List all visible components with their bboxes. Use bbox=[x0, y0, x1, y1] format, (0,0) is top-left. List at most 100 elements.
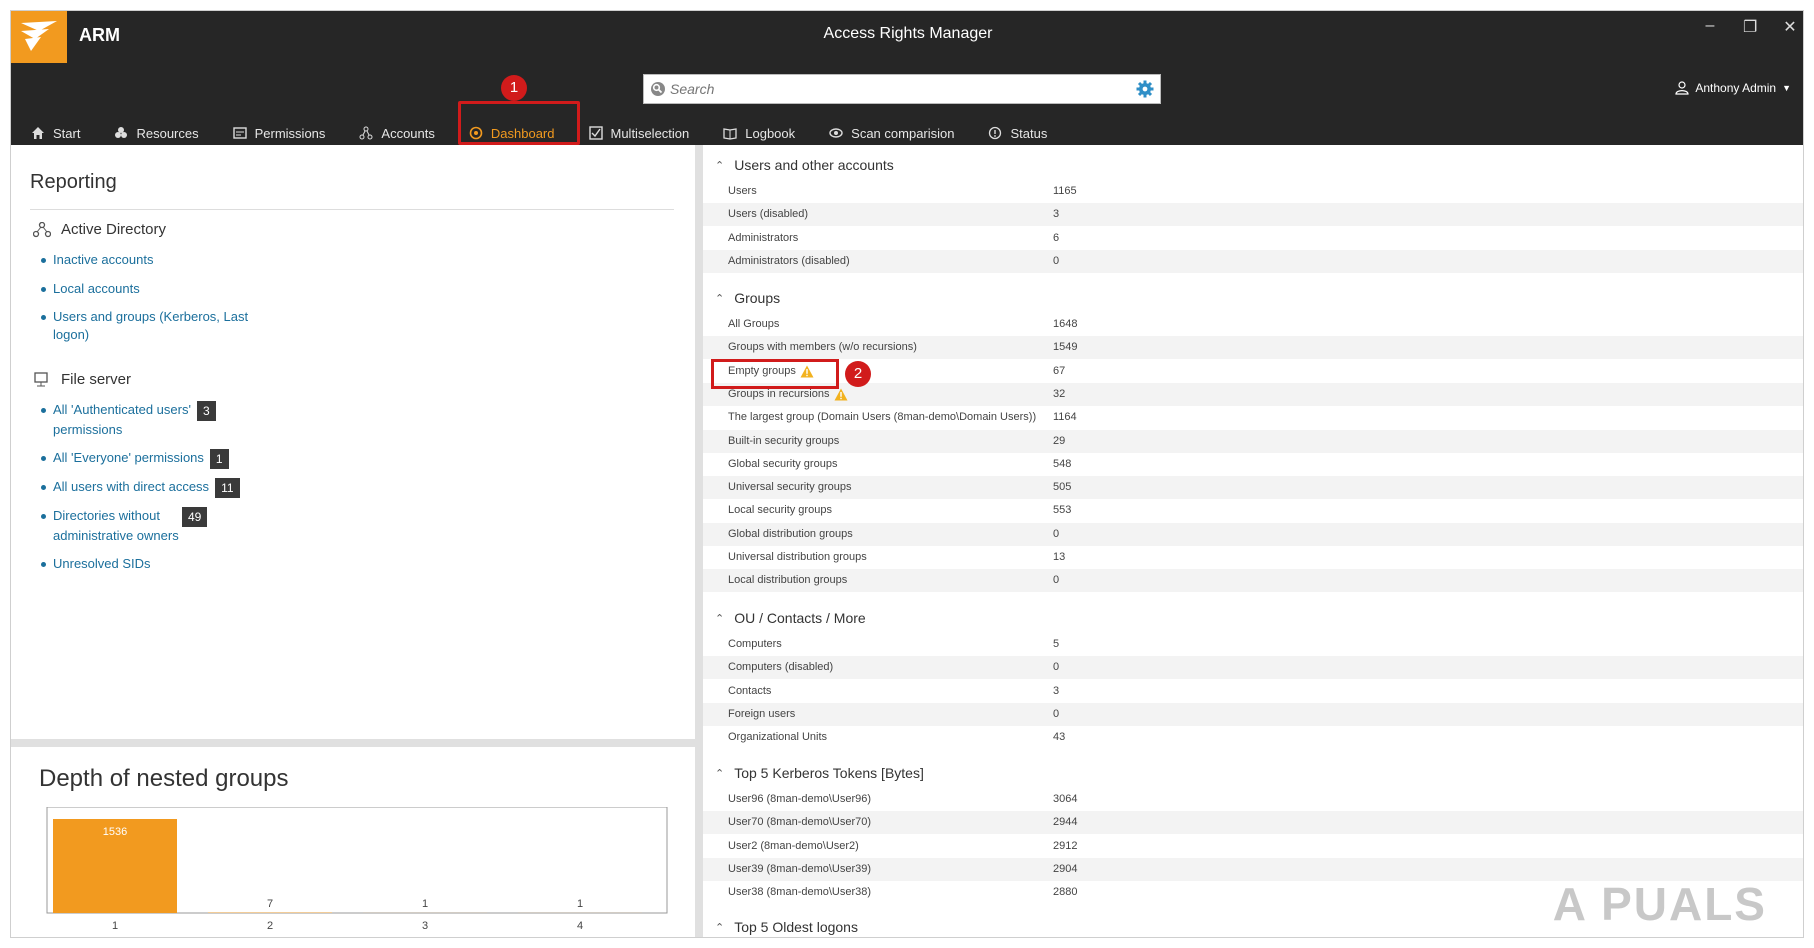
row-label: All Groups bbox=[728, 318, 779, 330]
row-label-text: Built-in security groups bbox=[728, 434, 840, 447]
nav-label: Resources bbox=[136, 125, 199, 141]
row-value: 29 bbox=[1053, 434, 1066, 447]
row-value: 1648 bbox=[1053, 318, 1078, 330]
chevron-up-icon[interactable]: ⌃ bbox=[715, 921, 724, 934]
table-row[interactable]: Organizational Units 43 bbox=[703, 726, 1803, 749]
home-icon bbox=[32, 127, 44, 139]
nav-label: Accounts bbox=[381, 125, 435, 141]
section-title: Groups bbox=[734, 290, 781, 306]
table-row[interactable]: Groups in recursions 32 bbox=[703, 382, 1803, 406]
search-settings-gear-icon[interactable] bbox=[1136, 80, 1154, 98]
section-header-groups[interactable]: ⌃ Groups bbox=[715, 290, 780, 306]
vertical-splitter[interactable] bbox=[695, 145, 703, 937]
table-row[interactable]: Global security groups 548 bbox=[703, 453, 1803, 476]
table-row[interactable]: User2 (8man-demo\User2) 2912 bbox=[703, 835, 1803, 858]
table-row[interactable]: Local security groups 553 bbox=[703, 499, 1803, 522]
logbook-icon bbox=[723, 128, 737, 140]
link-inactive-accounts[interactable]: Inactive accounts bbox=[40, 251, 153, 269]
nav-permissions[interactable]: Permissions bbox=[232, 121, 325, 145]
bar-value-label: 1536 bbox=[103, 826, 127, 838]
nav-multiselection[interactable]: Multiselection bbox=[588, 121, 689, 145]
search-input[interactable] bbox=[670, 75, 1120, 103]
table-row[interactable]: Users (disabled) 3 bbox=[703, 203, 1803, 227]
reporting-title: Reporting bbox=[30, 171, 117, 193]
row-label-text: Organizational Units bbox=[728, 731, 828, 744]
table-row[interactable]: The largest group (Domain Users (8man-de… bbox=[703, 406, 1803, 429]
chevron-up-icon[interactable]: ⌃ bbox=[715, 612, 724, 625]
row-label: Local security groups bbox=[728, 504, 832, 516]
link-everyone-permissions[interactable]: All 'Everyone' permissions 1 bbox=[41, 449, 229, 469]
nav-accounts[interactable]: Accounts bbox=[359, 121, 435, 145]
chevron-up-icon[interactable]: ⌃ bbox=[715, 159, 724, 172]
nav-logbook[interactable]: Logbook bbox=[723, 121, 795, 145]
horizontal-splitter[interactable] bbox=[11, 739, 695, 747]
row-value: 5 bbox=[1053, 638, 1060, 650]
count-badge: 11 bbox=[215, 478, 240, 498]
row-label-text: User39 (8man-demo\User39) bbox=[728, 862, 872, 875]
table-row[interactable]: Groups with members (w/o recursions) 1549 bbox=[703, 336, 1803, 360]
nav-status[interactable]: Status bbox=[988, 121, 1047, 145]
table-row[interactable]: Computers (disabled) 0 bbox=[703, 656, 1803, 680]
search-box[interactable] bbox=[643, 74, 1161, 104]
nav-label: Status bbox=[1010, 125, 1048, 141]
nav-start[interactable]: Start bbox=[31, 121, 80, 145]
link-line: administrative owners bbox=[53, 528, 179, 543]
row-label-text: Computers bbox=[728, 638, 782, 650]
row-label: User2 (8man-demo\User2) bbox=[728, 840, 859, 852]
link-local-accounts[interactable]: Local accounts bbox=[41, 280, 140, 298]
link-authenticated-users[interactable]: All 'Authenticated users' 3 permissions bbox=[41, 401, 216, 439]
table-row[interactable]: Global distribution groups 0 bbox=[703, 522, 1803, 546]
chevron-up-icon[interactable]: ⌃ bbox=[715, 767, 724, 780]
link-line: permissions bbox=[53, 422, 123, 437]
restore-button[interactable]: ❐ bbox=[1743, 17, 1757, 37]
row-value: 3 bbox=[1053, 208, 1060, 221]
table-row[interactable]: User96 (8man-demo\User96) 3064 bbox=[703, 788, 1803, 811]
row-value: 43 bbox=[1053, 731, 1066, 744]
section-header-kerberos[interactable]: ⌃ Top 5 Kerberos Tokens [Bytes] bbox=[715, 765, 924, 781]
table-row[interactable]: User70 (8man-demo\User70) 2944 bbox=[703, 811, 1803, 835]
link-line: logon) bbox=[53, 327, 90, 342]
file-server-icon bbox=[34, 371, 48, 386]
table-row[interactable]: Universal security groups 505 bbox=[703, 476, 1803, 500]
user-name: Anthony Admin bbox=[1695, 81, 1777, 95]
close-button[interactable]: ✕ bbox=[1783, 17, 1797, 37]
table-row[interactable]: Administrators (disabled) 0 bbox=[703, 249, 1803, 273]
nav-resources[interactable]: Resources bbox=[114, 121, 199, 145]
chevron-up-icon[interactable]: ⌃ bbox=[715, 292, 724, 305]
section-header-ou[interactable]: ⌃ OU / Contacts / More bbox=[715, 610, 866, 626]
row-label: Groups with members (w/o recursions) bbox=[728, 341, 917, 353]
annotation-highlight-dashboard bbox=[458, 101, 580, 145]
row-label: Organizational Units bbox=[728, 731, 827, 743]
row-label: Computers (disabled) bbox=[728, 661, 833, 673]
minimize-button[interactable]: – bbox=[1703, 17, 1717, 37]
table-row[interactable]: Users 1165 bbox=[703, 180, 1803, 203]
link-line: All 'Authenticated users' bbox=[53, 402, 191, 417]
row-label-text: Administrators (disabled) bbox=[728, 254, 850, 267]
link-direct-access[interactable]: All users with direct access 11 bbox=[41, 478, 240, 498]
table-row[interactable]: Local distribution groups 0 bbox=[703, 569, 1803, 593]
row-value: 0 bbox=[1053, 661, 1060, 674]
section-header-users[interactable]: ⌃ Users and other accounts bbox=[715, 157, 894, 173]
table-row[interactable]: Computers 5 bbox=[703, 633, 1803, 656]
link-unresolved-sids[interactable]: Unresolved SIDs bbox=[41, 555, 151, 573]
user-menu[interactable]: Anthony Admin ▼ bbox=[1675, 81, 1791, 95]
annotation-step-2: 2 bbox=[845, 361, 871, 387]
row-value: 0 bbox=[1053, 574, 1060, 587]
nav-scan-comparison[interactable]: Scan comparision bbox=[829, 121, 954, 145]
link-directories-without-owners[interactable]: Directories without 49 administrative own… bbox=[40, 507, 208, 545]
row-label: Users bbox=[728, 185, 757, 197]
table-row[interactable]: Universal distribution groups 13 bbox=[703, 546, 1803, 569]
table-row[interactable]: Contacts 3 bbox=[703, 680, 1803, 703]
table-row[interactable]: Administrators 6 bbox=[703, 227, 1803, 250]
section-title: Active Directory bbox=[61, 221, 167, 238]
count-badge: 1 bbox=[209, 449, 229, 469]
link-users-and-groups[interactable]: Users and groups (Kerberos, Last logon) bbox=[40, 308, 248, 344]
nav-label: Start bbox=[53, 125, 81, 141]
row-label: Universal security groups bbox=[728, 481, 852, 493]
search-icon bbox=[651, 82, 665, 96]
table-row[interactable]: Foreign users 0 bbox=[703, 702, 1803, 726]
table-row[interactable]: Built-in security groups 29 bbox=[703, 429, 1803, 453]
link-line: All users with direct access bbox=[53, 479, 210, 494]
section-header-oldest[interactable]: ⌃ Top 5 Oldest logons bbox=[715, 919, 858, 935]
table-row[interactable]: All Groups 1648 bbox=[703, 313, 1803, 336]
